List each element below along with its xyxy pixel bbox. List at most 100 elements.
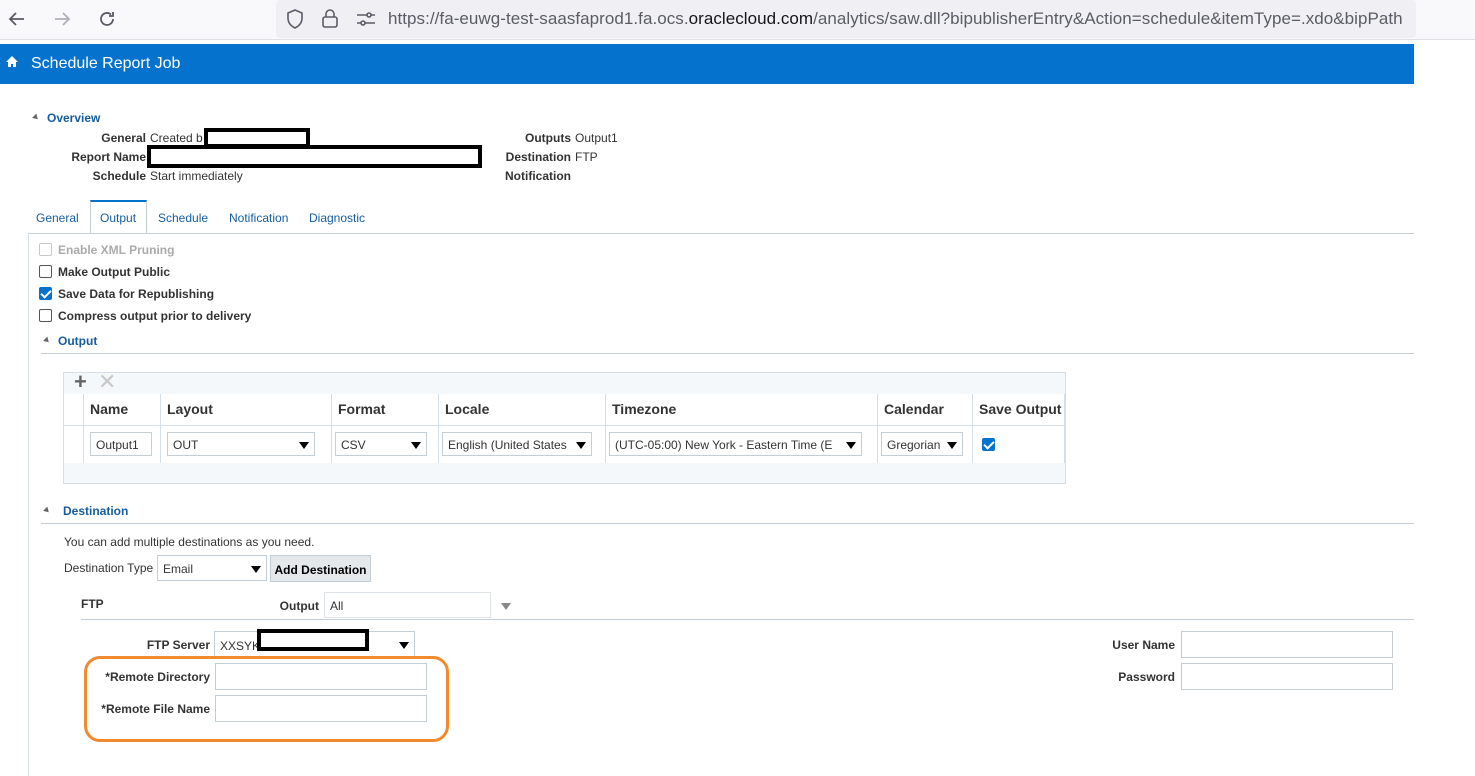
timezone-select[interactable]: (UTC-05:00) New York - Eastern Time (E (609, 432, 862, 456)
url-bar[interactable]: https://fa-euwg-test-saasfaprod1.fa.ocs.… (276, 0, 1416, 38)
save-output-checkbox[interactable] (982, 438, 995, 451)
add-row-icon[interactable]: + (74, 371, 92, 393)
schedule-value: Start immediately (150, 169, 243, 183)
row-selector-cell[interactable] (64, 426, 84, 463)
content-border (28, 233, 29, 776)
tab-general[interactable]: General (36, 211, 79, 225)
cell-name: Output1 (84, 426, 161, 463)
url-text[interactable]: https://fa-euwg-test-saasfaprod1.fa.ocs.… (388, 9, 1403, 29)
col-header-save-output: Save Output (973, 394, 1065, 426)
col-header-name: Name (84, 394, 161, 426)
col-header-locale: Locale (439, 394, 606, 426)
permissions-icon[interactable] (356, 10, 376, 31)
page-title: Schedule Report Job (31, 55, 181, 72)
tab-diagnostic[interactable]: Diagnostic (309, 211, 365, 225)
ftp-title: FTP (81, 597, 104, 611)
dropdown-arrow-icon (399, 642, 409, 649)
general-label: General (101, 131, 146, 145)
collapse-triangle-icon[interactable] (43, 506, 51, 515)
user-name-input[interactable] (1181, 631, 1393, 658)
report-name-label: Report Name (71, 150, 146, 164)
password-input[interactable] (1181, 663, 1393, 690)
layout-select[interactable]: OUT (167, 432, 315, 456)
destination-label: Destination (505, 150, 571, 164)
ftp-output-label: Output (279, 599, 319, 613)
calendar-value: Gregorian (887, 438, 941, 452)
destination-value: FTP (575, 150, 598, 164)
table-toolbar: + ✕ (64, 371, 1065, 395)
enable-xml-pruning-checkbox[interactable] (39, 243, 52, 256)
ftp-server-value: XXSYK (220, 639, 261, 653)
outputs-label: Outputs (525, 131, 571, 145)
cell-calendar: Gregorian (878, 426, 973, 463)
output-section-title[interactable]: Output (58, 334, 97, 348)
destination-type-label: Destination Type (64, 561, 154, 575)
output-table: + ✕ Name Layout Format Locale Timezone C… (63, 371, 1066, 484)
destination-section-divider (41, 523, 1414, 524)
tabs-divider (28, 233, 1414, 234)
locale-value: English (United States (448, 438, 567, 452)
make-output-public-label: Make Output Public (58, 265, 171, 279)
save-data-label: Save Data for Republishing (58, 287, 215, 301)
cell-format: CSV (332, 426, 439, 463)
ftp-server-label: FTP Server (146, 638, 210, 652)
home-icon[interactable] (5, 55, 19, 69)
schedule-label: Schedule (92, 169, 146, 183)
collapse-triangle-icon[interactable] (32, 113, 40, 122)
dropdown-arrow-icon[interactable] (501, 603, 511, 610)
destination-hint: You can add multiple destinations as you… (64, 535, 315, 549)
lock-icon[interactable] (321, 8, 339, 31)
password-label: Password (1118, 670, 1175, 684)
dropdown-arrow-icon (411, 442, 421, 449)
redaction-box (257, 629, 369, 651)
tab-notification[interactable]: Notification (229, 211, 288, 225)
dropdown-arrow-icon (251, 566, 261, 573)
overview-section-title[interactable]: Overview (47, 111, 100, 125)
col-header-calendar: Calendar (878, 394, 973, 426)
layout-value: OUT (173, 438, 199, 452)
output-section-divider (41, 353, 1414, 354)
format-value: CSV (341, 438, 366, 452)
destination-section-title[interactable]: Destination (63, 504, 128, 518)
redaction-box (147, 145, 482, 168)
tab-output[interactable]: Output (100, 211, 136, 225)
dropdown-arrow-icon (299, 442, 309, 449)
row-selector-header (64, 394, 84, 426)
make-output-public-checkbox[interactable] (39, 265, 52, 278)
destination-type-value: Email (163, 562, 194, 576)
dropdown-arrow-icon (846, 442, 856, 449)
locale-select[interactable]: English (United States (442, 432, 592, 456)
cell-timezone: (UTC-05:00) New York - Eastern Time (E (606, 426, 878, 463)
tab-schedule[interactable]: Schedule (158, 211, 208, 225)
enable-xml-pruning-label: Enable XML Pruning (58, 243, 175, 257)
browser-toolbar: https://fa-euwg-test-saasfaprod1.fa.ocs.… (0, 0, 1475, 40)
output-name-input[interactable]: Output1 (90, 432, 152, 456)
reload-icon[interactable] (94, 6, 120, 32)
ftp-divider (81, 619, 1414, 620)
collapse-triangle-icon[interactable] (43, 336, 51, 345)
col-header-layout: Layout (161, 394, 332, 426)
ftp-output-select[interactable]: All (324, 592, 491, 618)
highlight-annotation (84, 656, 449, 742)
shield-icon[interactable] (286, 9, 304, 32)
save-data-checkbox[interactable] (39, 287, 52, 300)
format-select[interactable]: CSV (335, 432, 427, 456)
dropdown-arrow-icon (947, 442, 957, 449)
col-header-format: Format (332, 394, 439, 426)
delete-row-icon[interactable]: ✕ (98, 371, 116, 393)
add-destination-button[interactable]: Add Destination (270, 555, 371, 582)
forward-arrow-icon[interactable] (49, 6, 75, 32)
timezone-value: (UTC-05:00) New York - Eastern Time (E (615, 438, 833, 452)
compress-output-checkbox[interactable] (39, 309, 52, 322)
compress-output-label: Compress output prior to delivery (58, 309, 252, 323)
notification-label: Notification (505, 169, 571, 183)
cell-locale: English (United States (439, 426, 606, 463)
col-header-timezone: Timezone (606, 394, 878, 426)
general-value: Created b (150, 131, 203, 145)
calendar-select[interactable]: Gregorian (881, 432, 963, 456)
back-arrow-icon[interactable] (4, 6, 30, 32)
user-name-label: User Name (1112, 638, 1175, 652)
destination-type-select[interactable]: Email (157, 555, 267, 581)
ftp-output-value: All (330, 599, 344, 613)
dropdown-arrow-icon (576, 442, 586, 449)
